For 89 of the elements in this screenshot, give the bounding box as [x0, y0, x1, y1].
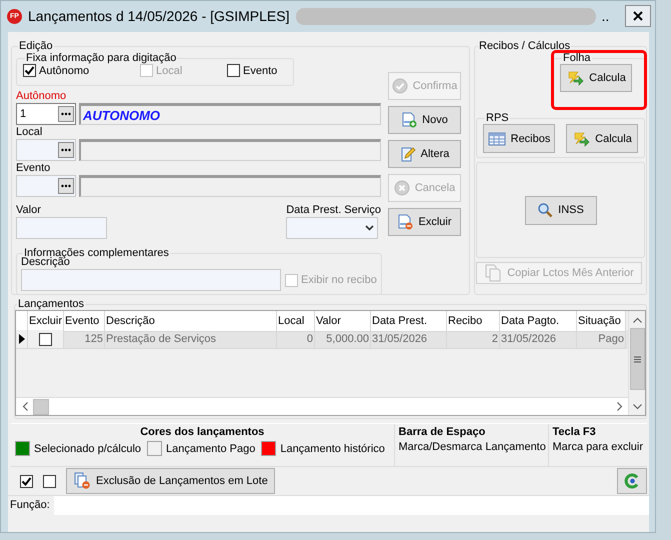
grip-icon: [634, 356, 640, 362]
checkbox[interactable]: [39, 332, 52, 346]
group-title: Fixa informação para digitação: [25, 52, 178, 64]
window-title: Lançamentos d 14/05/2026 - [GSIMPLES]: [28, 8, 290, 24]
document-plus-icon: [401, 112, 418, 128]
field-label: Evento: [16, 161, 52, 175]
value-field[interactable]: [16, 217, 107, 239]
ellipsis-icon: [61, 148, 71, 152]
close-button[interactable]: [625, 5, 651, 27]
name-field: AUTONOMO: [79, 103, 381, 125]
column-header[interactable]: Data Pagto.: [500, 311, 577, 332]
field-label: Data Prest. Serviço: [286, 203, 381, 217]
legend-label: Selecionado p/cálculo: [34, 442, 142, 454]
pencil-icon: [400, 146, 416, 162]
x-circle-icon: [394, 180, 410, 196]
title-ellipsis: ..: [602, 8, 610, 24]
search-icon: [537, 202, 554, 218]
calculate-button[interactable]: Calcula: [560, 64, 632, 92]
legend-label: Lançamento histórico: [280, 442, 385, 454]
column-header[interactable]: Valor: [315, 311, 371, 332]
shortcut-title: Tecla F3: [552, 426, 597, 438]
table-cell: 2: [447, 330, 500, 349]
column-header[interactable]: Situação: [577, 311, 626, 332]
shortcut-text: Marca para excluir: [552, 441, 643, 453]
table-row[interactable]: 125 Prestação de Serviços 0 5,000.00 31/05/2026 2 31/05/2026 Pago: [16, 330, 628, 349]
scroll-down-icon: [632, 404, 642, 410]
refresh-icon: [624, 473, 640, 489]
field-label: Local: [16, 125, 44, 139]
check-icon: [21, 476, 32, 486]
legend-label: Lançamento Pago: [166, 442, 256, 454]
inss-button[interactable]: INSS: [524, 196, 596, 224]
scroll-left-icon: [22, 402, 28, 411]
documents-minus-icon: [73, 472, 91, 490]
shortcut-text: Marca/Desmarca Lançamento: [398, 441, 544, 453]
column-header[interactable]: Evento: [64, 311, 105, 332]
group-title: Informações complementares: [24, 247, 170, 259]
ellipsis-button[interactable]: [58, 106, 74, 122]
ellipsis-icon: [61, 184, 71, 188]
group-title: Edição: [18, 40, 54, 52]
new-button[interactable]: Novo: [388, 106, 461, 134]
scrollbar-thumb[interactable]: [630, 328, 644, 390]
scrollbar-thumb[interactable]: [33, 398, 49, 414]
table-cell: 31/05/2026: [500, 330, 577, 349]
column-header[interactable]: Data Prest.: [371, 311, 447, 332]
shortcut-title: Barra de Espaço: [398, 426, 486, 438]
table-cell: Pago: [577, 330, 626, 349]
status-label: Função:: [10, 499, 50, 511]
group-title: RPS: [485, 112, 510, 124]
row-pointer-icon: [18, 334, 24, 344]
close-icon: [633, 11, 643, 21]
group-title: Lançamentos: [17, 298, 86, 310]
bolt-arrow-icon: [572, 130, 590, 146]
table-cell: 31/05/2026: [371, 330, 447, 349]
calculate-button[interactable]: Calcula: [566, 124, 638, 153]
ellipsis-icon: [61, 112, 71, 116]
batch-delete-button[interactable]: Exclusão de Lançamentos em Lote: [66, 468, 275, 494]
scroll-right-icon: [616, 402, 622, 411]
column-header[interactable]: Recibo: [447, 311, 500, 332]
group-title: Recibos / Cálculos: [478, 40, 572, 52]
table-cell: 125: [64, 330, 105, 349]
checkbox[interactable]: Autônomo: [23, 64, 90, 77]
column-header[interactable]: Excluir: [28, 311, 64, 332]
table-cell: Prestação de Serviços: [105, 330, 277, 349]
field-label: Descrição: [21, 256, 70, 269]
receipts-button[interactable]: Recibos: [483, 124, 555, 153]
code-field[interactable]: 1: [16, 103, 76, 125]
checkbox[interactable]: Evento: [227, 64, 278, 77]
field-label: Autônomo: [16, 89, 68, 103]
check-icon: [24, 65, 35, 76]
checkbox[interactable]: [20, 474, 33, 488]
field-label: Valor: [16, 203, 42, 217]
copy-icon: [484, 264, 502, 282]
delete-button[interactable]: Excluir: [388, 208, 461, 236]
legend-title: Cores dos lançamentos: [139, 426, 266, 438]
checkbox[interactable]: [43, 474, 56, 488]
table-icon: [488, 130, 506, 146]
document-minus-icon: [397, 214, 414, 230]
edit-button[interactable]: Altera: [388, 140, 461, 168]
refresh-button[interactable]: [617, 468, 647, 494]
check-circle-icon: [392, 78, 408, 94]
table-cell: 5,000.00: [315, 330, 371, 349]
scroll-up-icon: [632, 316, 642, 322]
column-header[interactable]: Descrição: [105, 311, 277, 332]
group-title: Folha: [562, 52, 592, 64]
chevron-down-icon: [365, 225, 374, 231]
bolt-arrow-icon: [566, 70, 584, 86]
table-cell: 0: [277, 330, 315, 349]
column-header[interactable]: Local: [277, 311, 315, 332]
description-field[interactable]: [21, 269, 281, 291]
